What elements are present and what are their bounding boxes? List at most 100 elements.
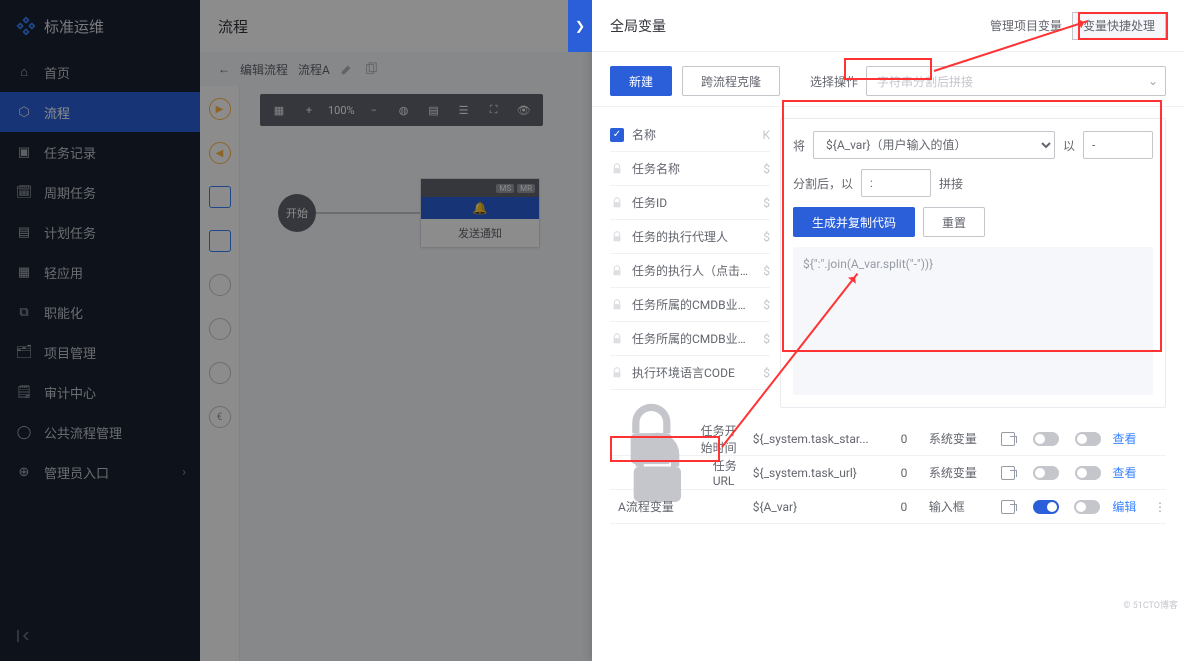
palette-task-icon[interactable] — [209, 186, 231, 208]
show-icon[interactable] — [1001, 500, 1015, 514]
sidebar-item-label: 周期任务 — [44, 183, 96, 202]
sidebar-item-label: 首页 — [44, 63, 70, 82]
row-action-link[interactable]: 查看 — [1113, 432, 1137, 446]
flow-icon: ⬡ — [16, 104, 32, 120]
toggle-show[interactable] — [1033, 466, 1059, 480]
sidebar-item-7[interactable]: 🗂项目管理 — [0, 332, 200, 372]
var-key-col: $ — [763, 162, 770, 176]
var-row[interactable]: 任务ID$ — [610, 186, 770, 220]
role-icon: ⧉ — [16, 304, 32, 320]
brand-icon — [16, 16, 36, 36]
toggle-show[interactable] — [1033, 500, 1059, 514]
tb-list-icon[interactable]: ☰ — [451, 97, 477, 123]
sidebar-item-3[interactable]: 🗓周期任务 — [0, 172, 200, 212]
lock-icon — [610, 264, 624, 278]
var-row[interactable]: 名称K — [610, 118, 770, 152]
palette-gateway-exclusive-icon[interactable] — [204, 313, 235, 344]
var-select[interactable]: ${A_var}（用户输入的值） — [813, 131, 1055, 159]
node-title: 发送通知 — [421, 219, 539, 247]
bookmark-icon: ▣ — [16, 144, 32, 160]
sidebar-item-4[interactable]: ▤计划任务 — [0, 212, 200, 252]
show-icon[interactable] — [1001, 432, 1015, 446]
config-card: 将 ${A_var}（用户输入的值） 以 分割后，以 拼接 生成并复制代码 重置… — [780, 118, 1166, 408]
palette-subflow-icon[interactable] — [209, 230, 231, 252]
new-button[interactable]: 新建 — [610, 66, 672, 96]
card-l1a: 将 — [793, 137, 805, 154]
chevron-down-icon: ⌄ — [1148, 74, 1158, 88]
tb-note-icon[interactable]: ▤ — [421, 97, 447, 123]
toggle-required[interactable] — [1075, 432, 1101, 446]
reset-button[interactable]: 重置 — [923, 207, 985, 237]
var-quick-process-button[interactable]: 变量快捷处理 — [1072, 12, 1166, 40]
toggle-required[interactable] — [1074, 500, 1100, 514]
row-name: 任务URL — [713, 457, 745, 488]
sidebar-item-label: 任务记录 — [44, 143, 96, 162]
sidebar-item-6[interactable]: ⧉ 职能化 — [0, 292, 200, 332]
var-row[interactable]: 任务的执行代理人$ — [610, 220, 770, 254]
tb-zoom-out-icon[interactable]: + — [296, 97, 322, 123]
op-label: 选择操作 — [810, 73, 858, 90]
chevron-right-icon: › — [182, 465, 186, 480]
palette-gateway-parallel-icon[interactable] — [204, 269, 235, 300]
sidebar-item-8[interactable]: 🗒审计中心 — [0, 372, 200, 412]
sidebar-item-0[interactable]: ⌂ 首页 — [0, 52, 200, 92]
show-icon[interactable] — [1001, 466, 1015, 480]
sidebar-item-9[interactable]: ◯公共流程管理 — [0, 412, 200, 452]
row-count: 0 — [887, 466, 921, 480]
var-row[interactable]: 任务名称 $ — [610, 152, 770, 186]
var-name: 任务的执行人（点击开始执... — [632, 262, 755, 279]
sidebar-item-label: 公共流程管理 — [44, 423, 122, 442]
sidebar-item-10[interactable]: ⊕管理员入口› — [0, 452, 200, 492]
tb-select-icon[interactable]: ▦ — [266, 97, 292, 123]
palette-start-icon[interactable]: ▶ — [209, 98, 231, 120]
tb-fullscreen-icon[interactable]: ⛶ — [481, 97, 507, 123]
task-node-send[interactable]: MSMR 🔔 发送通知 — [420, 178, 540, 248]
var-row[interactable]: 执行环境语言CODE$ — [610, 356, 770, 390]
manage-project-vars-button[interactable]: 管理项目变量 — [980, 12, 1072, 40]
more-icon[interactable]: ⋮ — [1154, 500, 1166, 514]
pencil-icon[interactable] — [340, 62, 354, 76]
row-action-link[interactable]: 编辑 — [1112, 500, 1136, 514]
sidebar-item-1[interactable]: ⬡流程 — [0, 92, 200, 132]
palette-conditional-icon[interactable]: € — [209, 406, 231, 428]
row-key: ${A_var} — [753, 500, 879, 514]
row-name: A流程变量 — [618, 498, 674, 515]
palette-end-icon[interactable]: ◀ — [209, 142, 231, 164]
tb-zoom-in-icon[interactable]: − — [361, 97, 387, 123]
copy-icon[interactable] — [364, 62, 378, 76]
var-row[interactable]: 任务的执行人（点击开始执... $ — [610, 254, 770, 288]
start-node[interactable]: 开始 — [278, 194, 316, 232]
tb-globe-icon[interactable]: ◍ — [391, 97, 417, 123]
card-l2b: 拼接 — [939, 175, 963, 192]
toggle-show[interactable] — [1033, 432, 1059, 446]
generate-copy-button[interactable]: 生成并复制代码 — [793, 207, 915, 237]
var-key-col: $ — [763, 230, 770, 244]
var-name: 任务名称 — [632, 160, 755, 177]
sidebar-item-label: 轻应用 — [44, 263, 83, 282]
sidebar-item-label: 职能化 — [44, 303, 83, 322]
node-tag-mr: MR — [517, 184, 535, 193]
toggle-required[interactable] — [1075, 466, 1101, 480]
join-char-input[interactable] — [861, 169, 931, 197]
split-char-input[interactable] — [1083, 131, 1153, 159]
apps-icon: ▦ — [16, 264, 32, 280]
op-select[interactable]: 字符串分割后拼接 ⌄ — [866, 66, 1166, 96]
row-count: 0 — [887, 432, 921, 446]
row-count: 0 — [887, 500, 921, 514]
var-row[interactable]: 任务所属的CMDB业务名称$ — [610, 288, 770, 322]
sidebar-item-2[interactable]: ▣ 任务记录 — [0, 132, 200, 172]
palette-gateway-converge-icon[interactable] — [204, 357, 235, 388]
panel-collapse-icon[interactable]: ❯ — [568, 0, 592, 52]
var-row[interactable]: 任务所属的CMDB业务ID$ — [610, 322, 770, 356]
row-action-link[interactable]: 查看 — [1113, 466, 1137, 480]
var-key-col: $ — [763, 264, 770, 278]
watermark: © 51CTO博客 — [1123, 598, 1178, 611]
clone-button[interactable]: 跨流程克隆 — [682, 66, 780, 96]
crumb-edit[interactable]: 编辑流程 — [240, 61, 288, 78]
sidebar-item-5[interactable]: ▦ 轻应用 — [0, 252, 200, 292]
back-icon[interactable]: ← — [218, 62, 230, 76]
sidebar-collapse-icon[interactable] — [16, 628, 32, 647]
checkbox[interactable] — [610, 128, 624, 142]
tb-eye-icon[interactable]: 👁 — [511, 97, 537, 123]
home-icon: ⌂ — [16, 64, 32, 80]
